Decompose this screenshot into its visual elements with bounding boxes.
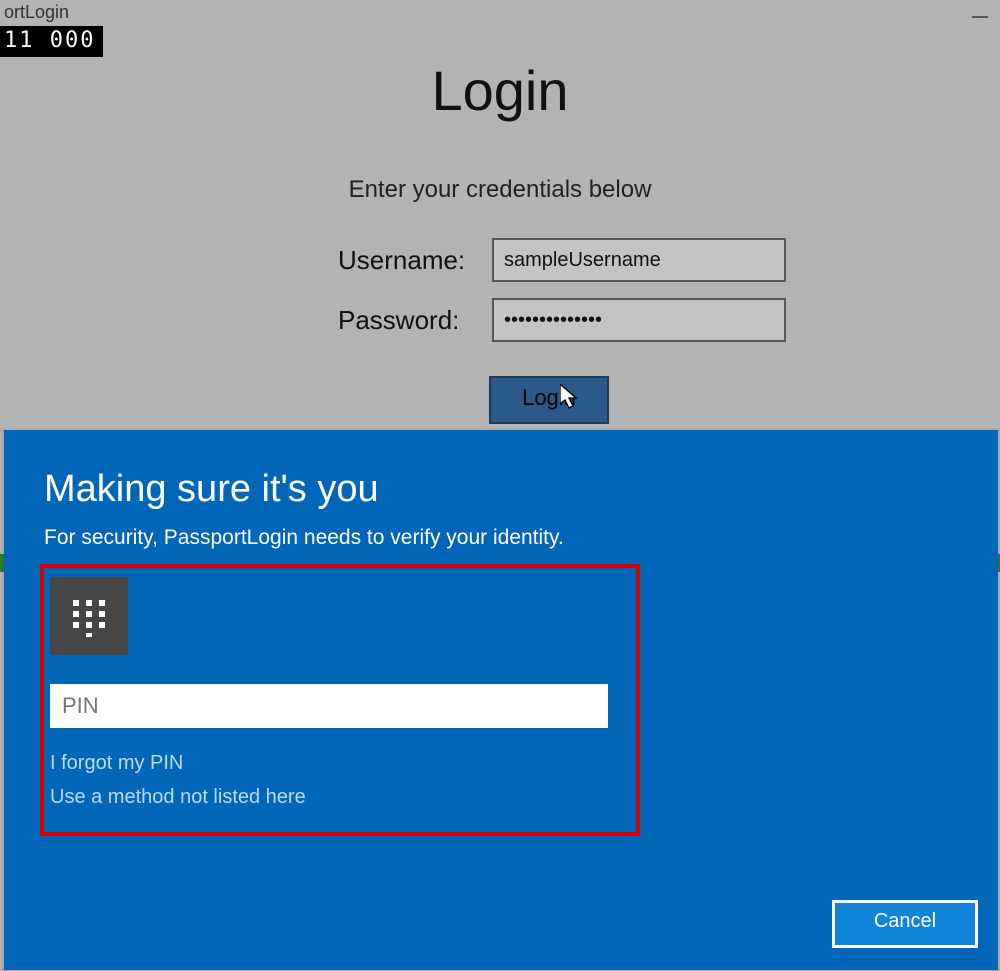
page-subtitle: Enter your credentials below [0, 176, 1000, 204]
window-title: ortLogin [0, 0, 73, 25]
page-title: Login [0, 58, 1000, 123]
login-button[interactable]: Login [489, 376, 609, 424]
password-label: Password: [338, 305, 470, 336]
username-label: Username: [338, 245, 470, 276]
debug-counter: 11 000 [0, 26, 103, 57]
dialog-title: Making sure it's you [44, 468, 379, 511]
password-input[interactable] [492, 298, 786, 342]
windows-hello-dialog: Making sure it's you For security, Passp… [4, 430, 998, 970]
keypad-icon [67, 594, 111, 638]
minimize-icon[interactable] [972, 16, 988, 18]
username-input[interactable] [492, 238, 786, 282]
other-method-link[interactable]: Use a method not listed here [50, 786, 306, 809]
cancel-button[interactable]: Cancel [832, 900, 978, 948]
pin-input[interactable] [50, 684, 608, 728]
dialog-subtitle: For security, PassportLogin needs to ver… [44, 526, 564, 550]
forgot-pin-link[interactable]: I forgot my PIN [50, 752, 183, 775]
pin-method-tile[interactable] [50, 577, 128, 655]
password-row: Password: [338, 298, 786, 342]
background-window: ortLogin 11 000 Login Enter your credent… [0, 0, 1000, 971]
username-row: Username: [338, 238, 786, 282]
